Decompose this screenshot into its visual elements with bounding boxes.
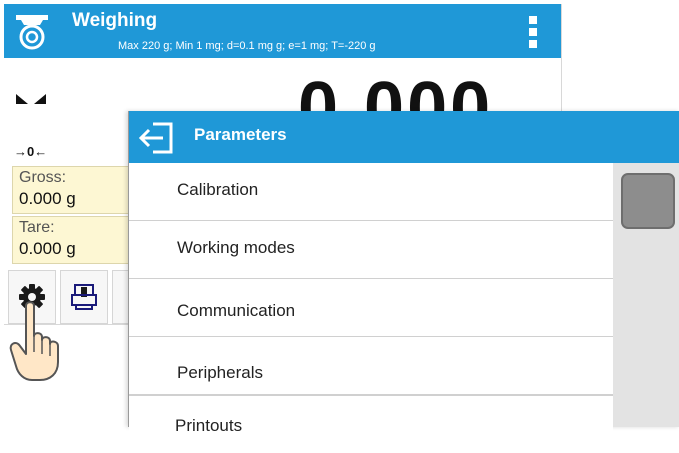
back-exit-icon[interactable] (137, 120, 177, 156)
param-item-calibration[interactable]: Calibration (129, 163, 613, 221)
scale-specs: Max 220 g; Min 1 mg; d=0.1 mg g; e=1 mg;… (118, 40, 376, 52)
tare-value: 0.000 g (19, 239, 76, 258)
param-item-label: Communication (177, 301, 296, 320)
tare-label: Tare: (19, 219, 55, 236)
weighing-mode-icon[interactable] (12, 12, 52, 52)
hand-pointer-icon (9, 301, 59, 381)
param-item-communication[interactable]: Communication (129, 279, 613, 337)
scroll-thumb[interactable] (621, 173, 675, 229)
weighing-header: Weighing Max 220 g; Min 1 mg; d=0.1 mg g… (4, 4, 561, 58)
parameters-title: Parameters (194, 125, 287, 144)
gross-label: Gross: (19, 169, 67, 186)
gross-value: 0.000 g (19, 189, 76, 208)
printer-icon (71, 284, 97, 310)
param-item-label: Working modes (177, 238, 295, 257)
param-item-printouts[interactable]: Printouts (129, 395, 613, 453)
kebab-menu-icon[interactable] (529, 16, 539, 50)
scrollbar[interactable] (613, 163, 679, 427)
param-item-label: Peripherals (177, 363, 263, 382)
param-item-label: Calibration (177, 180, 259, 199)
param-item-label: Printouts (175, 416, 243, 435)
parameters-panel: Parameters Calibration Working modes Com… (128, 111, 679, 453)
stability-icon (16, 94, 46, 104)
param-item-working-modes[interactable]: Working modes (129, 221, 613, 279)
zero-indicator: →0← (14, 144, 48, 159)
parameters-header: Parameters (129, 111, 679, 163)
mode-title: Weighing (72, 10, 158, 31)
param-item-peripherals[interactable]: Peripherals (129, 337, 613, 395)
gross-info-box: Gross: 0.000 g (12, 166, 134, 214)
tare-info-box: Tare: 0.000 g (12, 216, 134, 264)
